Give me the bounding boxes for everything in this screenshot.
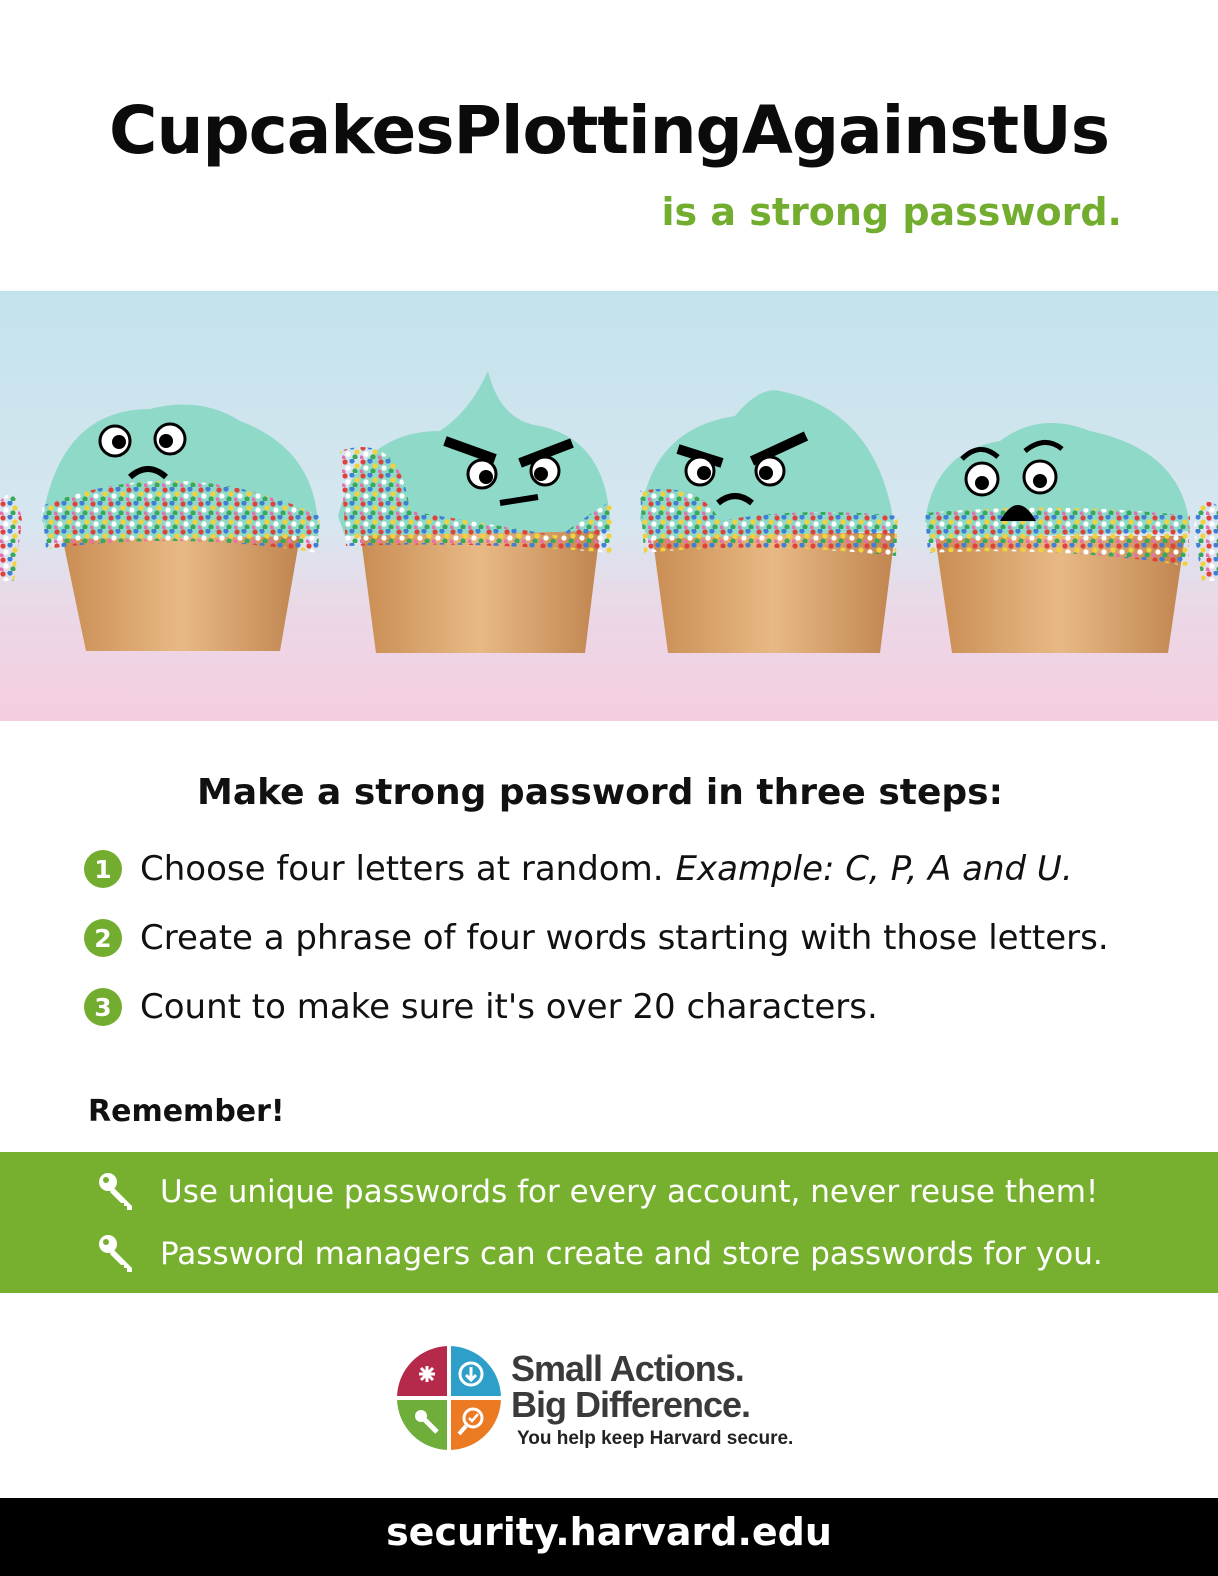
- key-icon: [99, 1173, 132, 1210]
- step-1: 1 Choose four letters at random. Example…: [84, 847, 1073, 891]
- poster-headline: CupcakesPlottingAgainstUs: [109, 92, 1110, 169]
- number-2-icon: 2: [84, 919, 122, 957]
- step-1-example: Example: C, P, A and U.: [675, 849, 1073, 889]
- tip-1-text: Use unique passwords for every account, …: [160, 1174, 1099, 1210]
- remember-label: Remember!: [88, 1094, 285, 1129]
- cupcakes-photo: [0, 291, 1218, 721]
- footer-url: security.harvard.edu: [0, 1498, 1218, 1576]
- logo-tagline: You help keep Harvard secure.: [517, 1428, 794, 1449]
- tips-band: Use unique passwords for every account, …: [0, 1152, 1218, 1293]
- tip-2-text: Password managers can create and store p…: [160, 1236, 1103, 1272]
- step-2: 2 Create a phrase of four words starting…: [84, 916, 1109, 960]
- step-2-text: Create a phrase of four words starting w…: [140, 918, 1109, 958]
- tip-2: Password managers can create and store p…: [96, 1232, 1103, 1276]
- small-actions-logo: Small Actions. Big Difference. You help …: [397, 1346, 817, 1456]
- logo-line-2: Big Difference.: [511, 1384, 751, 1425]
- step-3: 3 Count to make sure it's over 20 charac…: [84, 985, 878, 1029]
- step-3-text: Count to make sure it's over 20 characte…: [140, 987, 878, 1027]
- number-1-icon: 1: [84, 850, 122, 888]
- security-wheel-icon: [397, 1346, 501, 1450]
- poster-subhead: is a strong password.: [661, 190, 1122, 234]
- number-3-icon: 3: [84, 988, 122, 1026]
- step-1-text: Choose four letters at random.: [140, 849, 664, 889]
- key-icon: [99, 1235, 132, 1272]
- tip-1: Use unique passwords for every account, …: [96, 1170, 1098, 1214]
- steps-heading: Make a strong password in three steps:: [197, 772, 1003, 813]
- cupcake-4: [925, 423, 1190, 653]
